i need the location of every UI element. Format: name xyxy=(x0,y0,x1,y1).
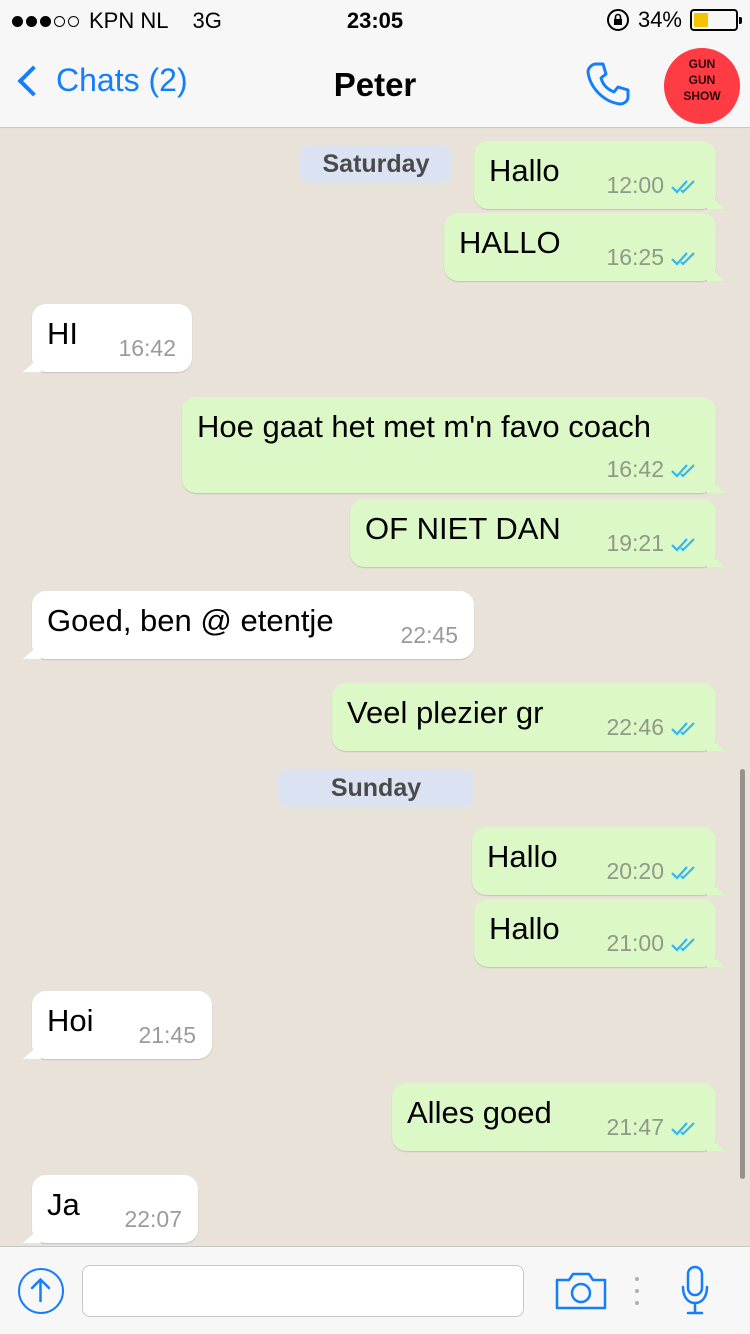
message-text: Alles goed xyxy=(407,1095,552,1130)
battery-percent: 34% xyxy=(637,7,682,32)
day-separator: Saturday xyxy=(300,145,452,183)
message-bubble[interactable]: HI 16:42 xyxy=(32,304,192,372)
message-meta: 16:42 xyxy=(606,456,700,483)
double-check-icon xyxy=(671,721,695,736)
message-text: HALLO xyxy=(459,225,561,260)
message-bubble[interactable]: Veel plezier gr 22:46 xyxy=(332,683,716,751)
message-text: Hoi xyxy=(47,1003,94,1038)
arrow-up-circle-icon xyxy=(30,1278,51,1303)
message-bubble[interactable]: Ja 22:07 xyxy=(32,1175,198,1243)
vertical-dots-icon[interactable] xyxy=(635,1275,639,1307)
double-check-icon xyxy=(671,937,695,952)
message-bubble[interactable]: Hoi 21:45 xyxy=(32,991,212,1059)
battery-icon xyxy=(690,9,742,31)
message-meta: 22:07 xyxy=(124,1206,182,1232)
camera-icon[interactable] xyxy=(554,1271,608,1311)
message-bubble[interactable]: OF NIET DAN 19:21 xyxy=(350,499,716,567)
day-separator: Sunday xyxy=(278,769,474,807)
status-bar: KPN NL 3G 23:05 34% xyxy=(0,0,750,40)
double-check-icon xyxy=(671,865,695,880)
message-text: Goed, ben @ etentje xyxy=(47,603,334,638)
message-meta: 19:21 xyxy=(606,530,700,557)
message-text: Hallo xyxy=(487,839,558,874)
microphone-icon[interactable] xyxy=(680,1265,710,1317)
message-meta: 22:45 xyxy=(400,622,458,648)
message-input[interactable] xyxy=(82,1265,524,1317)
contact-avatar[interactable]: GUN GUN SHOW xyxy=(664,48,740,124)
double-check-icon xyxy=(671,251,695,266)
message-meta: 12:00 xyxy=(606,172,700,199)
message-meta: 21:00 xyxy=(606,930,700,957)
double-check-icon xyxy=(671,537,695,552)
message-bubble[interactable]: Goed, ben @ etentje 22:45 xyxy=(32,591,474,659)
message-text: Veel plezier gr xyxy=(347,695,544,730)
message-text: Hallo xyxy=(489,911,560,946)
message-bubble[interactable]: Alles goed 21:47 xyxy=(392,1083,716,1151)
double-check-icon xyxy=(671,1121,695,1136)
message-meta: 16:25 xyxy=(606,244,700,271)
message-text: Hoe gaat het met m'n favo coach xyxy=(197,409,651,444)
message-meta: 21:47 xyxy=(606,1114,700,1141)
conversation-header: Chats (2) Peter GUN GUN SHOW xyxy=(0,40,750,128)
share-button[interactable] xyxy=(18,1268,64,1314)
message-meta: 21:45 xyxy=(138,1022,196,1048)
message-text: HI xyxy=(47,316,78,351)
message-bubble[interactable]: Hallo 12:00 xyxy=(474,141,716,209)
rotation-lock-icon xyxy=(606,9,629,31)
message-list[interactable]: Saturday Hallo 12:00 HALLO 16:25 HI 16:4… xyxy=(0,129,750,1246)
status-right: 34% xyxy=(606,7,742,33)
message-text: OF NIET DAN xyxy=(365,511,561,546)
phone-icon[interactable] xyxy=(582,58,634,110)
message-text: Hallo xyxy=(489,153,560,188)
double-check-icon xyxy=(671,179,695,194)
message-bubble[interactable]: Hallo 20:20 xyxy=(472,827,716,895)
message-bubble[interactable]: HALLO 16:25 xyxy=(444,213,716,281)
contact-name[interactable]: Peter xyxy=(0,66,750,104)
message-meta: 20:20 xyxy=(606,858,700,885)
message-bubble[interactable]: Hallo 21:00 xyxy=(474,899,716,967)
message-meta: 16:42 xyxy=(118,335,176,361)
message-input-bar xyxy=(0,1246,750,1334)
message-meta: 22:46 xyxy=(606,714,700,741)
double-check-icon xyxy=(671,463,695,478)
message-bubble[interactable]: Hoe gaat het met m'n favo coach 16:42 xyxy=(182,397,716,493)
avatar-text: GUN GUN SHOW xyxy=(683,57,721,103)
message-text: Ja xyxy=(47,1187,80,1222)
scrollbar[interactable] xyxy=(740,769,745,1179)
